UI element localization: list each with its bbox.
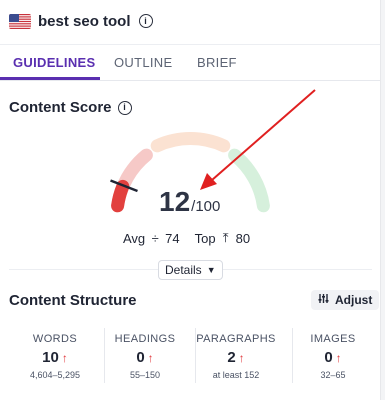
- metric-value: 0 ↑: [136, 349, 154, 366]
- avg-label: Avg: [123, 230, 146, 246]
- up-arrow-icon: ↑: [61, 351, 68, 365]
- sliders-icon: [318, 293, 329, 307]
- adjust-label: Adjust: [335, 293, 373, 307]
- metric-label: PARAGRAPHS: [196, 333, 276, 345]
- up-arrow-icon: ↑: [335, 351, 342, 365]
- metric-label: IMAGES: [310, 333, 356, 345]
- top-value: 80: [235, 230, 251, 246]
- metric-headings: HEADINGS 0 ↑ 55–150: [100, 322, 190, 382]
- metric-label: HEADINGS: [114, 333, 176, 345]
- top-label: Top: [194, 230, 216, 246]
- metric-words: WORDS 10 ↑ 4,604–5,295: [10, 322, 100, 382]
- details-label: Details: [165, 263, 202, 277]
- up-arrow-icon: ↑: [238, 351, 245, 365]
- avg-value: 74: [165, 230, 180, 246]
- gauge-segment-mid: [150, 132, 231, 153]
- annotation-arrow-line: [211, 89, 316, 181]
- metric-range: 55–150: [129, 370, 161, 380]
- chevron-down-icon: ▼: [206, 265, 216, 275]
- metric-range: 32–65: [320, 370, 346, 380]
- score-number: 12: [159, 186, 191, 217]
- score-benchmarks: Avg ÷ 74 Top ⤒ 80: [123, 230, 250, 246]
- gauge-fill: [111, 179, 130, 213]
- details-button[interactable]: Details ▼: [158, 260, 223, 280]
- metric-value: 2 ↑: [227, 349, 245, 366]
- adjust-button[interactable]: Adjust: [311, 290, 380, 310]
- scrollbar[interactable]: [380, 0, 385, 400]
- metric-paragraphs: PARAGRAPHS 2 ↑ at least 152: [191, 322, 281, 382]
- metric-range: at least 152: [212, 370, 260, 380]
- average-icon: ÷: [151, 230, 159, 246]
- score-max: /100: [191, 198, 221, 215]
- metric-range: 4,604–5,295: [29, 370, 81, 380]
- content-score-value: 12 /100: [159, 186, 220, 218]
- metric-value: 0 ↑: [324, 349, 342, 366]
- content-structure-title: Content Structure: [9, 292, 137, 309]
- gauge-segment-high: [228, 148, 270, 213]
- metric-value: 10 ↑: [42, 349, 68, 366]
- metric-label: WORDS: [32, 333, 78, 345]
- structure-metrics: WORDS 10 ↑ 4,604–5,295 HEADINGS 0 ↑ 55–150…: [0, 322, 381, 383]
- guidelines-panel: best seo tool i GUIDELINES OUTLINE BRIEF…: [0, 0, 381, 400]
- top-arrow-icon: ⤒: [222, 230, 229, 245]
- up-arrow-icon: ↑: [147, 351, 154, 365]
- metric-images: IMAGES 0 ↑ 32–65: [288, 322, 378, 382]
